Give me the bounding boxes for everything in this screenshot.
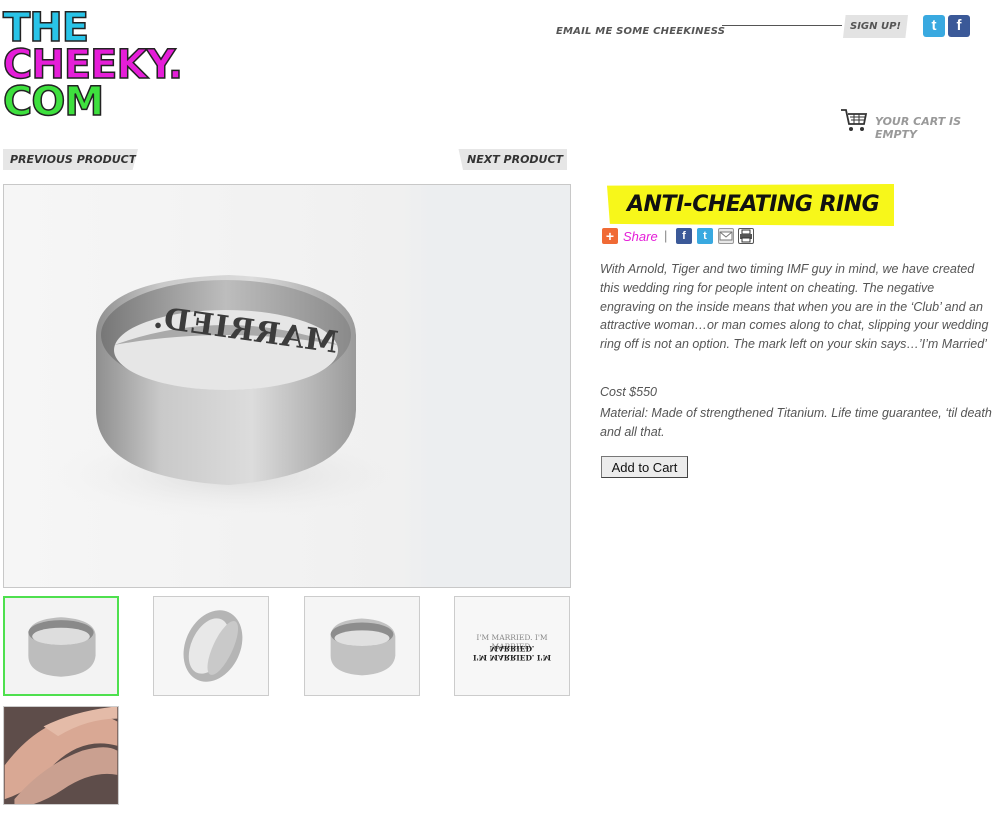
share-email-icon[interactable] (718, 228, 734, 244)
signup-button[interactable]: SIGN UP! (843, 15, 908, 38)
share-twitter-icon[interactable]: t (697, 228, 713, 244)
product-thumbnail[interactable] (3, 706, 119, 805)
product-thumbnail[interactable] (304, 596, 420, 696)
facebook-icon[interactable]: f (948, 15, 970, 37)
logo-line-com: COM (2, 79, 105, 125)
product-description: With Arnold, Tiger and two timing IMF gu… (600, 262, 989, 352)
cart-status[interactable]: YOUR CART IS EMPTY (875, 115, 999, 141)
engraving-text-mirrored: I'M MARRIED. I'M MARRIED. (472, 644, 552, 662)
previous-product-button[interactable]: PREVIOUS PRODUCT (3, 149, 138, 170)
newsletter-label: EMAIL ME SOME CHEEKINESS (556, 26, 726, 37)
product-thumbnail[interactable] (153, 596, 269, 696)
print-icon[interactable] (738, 228, 754, 244)
share-link[interactable]: Share (623, 229, 658, 244)
product-thumbnail[interactable] (3, 596, 119, 696)
site-logo[interactable]: THE CHEEKY. COM (2, 7, 184, 125)
share-separator: | (664, 228, 668, 243)
add-to-cart-button[interactable]: Add to Cart (601, 456, 688, 478)
product-material: Material: Made of strengthened Titanium.… (600, 406, 992, 439)
product-title: ANTI-CHEATING RING (627, 192, 880, 217)
newsletter-email-input[interactable] (722, 24, 842, 26)
share-plus-icon[interactable]: + (602, 228, 618, 244)
share-facebook-icon[interactable]: f (676, 228, 692, 244)
next-product-button[interactable]: NEXT PRODUCT (458, 149, 567, 170)
shopping-cart-icon[interactable] (840, 107, 868, 133)
product-cost: Cost $550 (600, 385, 657, 399)
product-thumbnail[interactable]: I'M MARRIED. I'M MARRIED. I'M MARRIED. I… (454, 596, 570, 696)
main-product-image: MARRIED. (3, 184, 571, 588)
twitter-icon[interactable]: t (923, 15, 945, 37)
